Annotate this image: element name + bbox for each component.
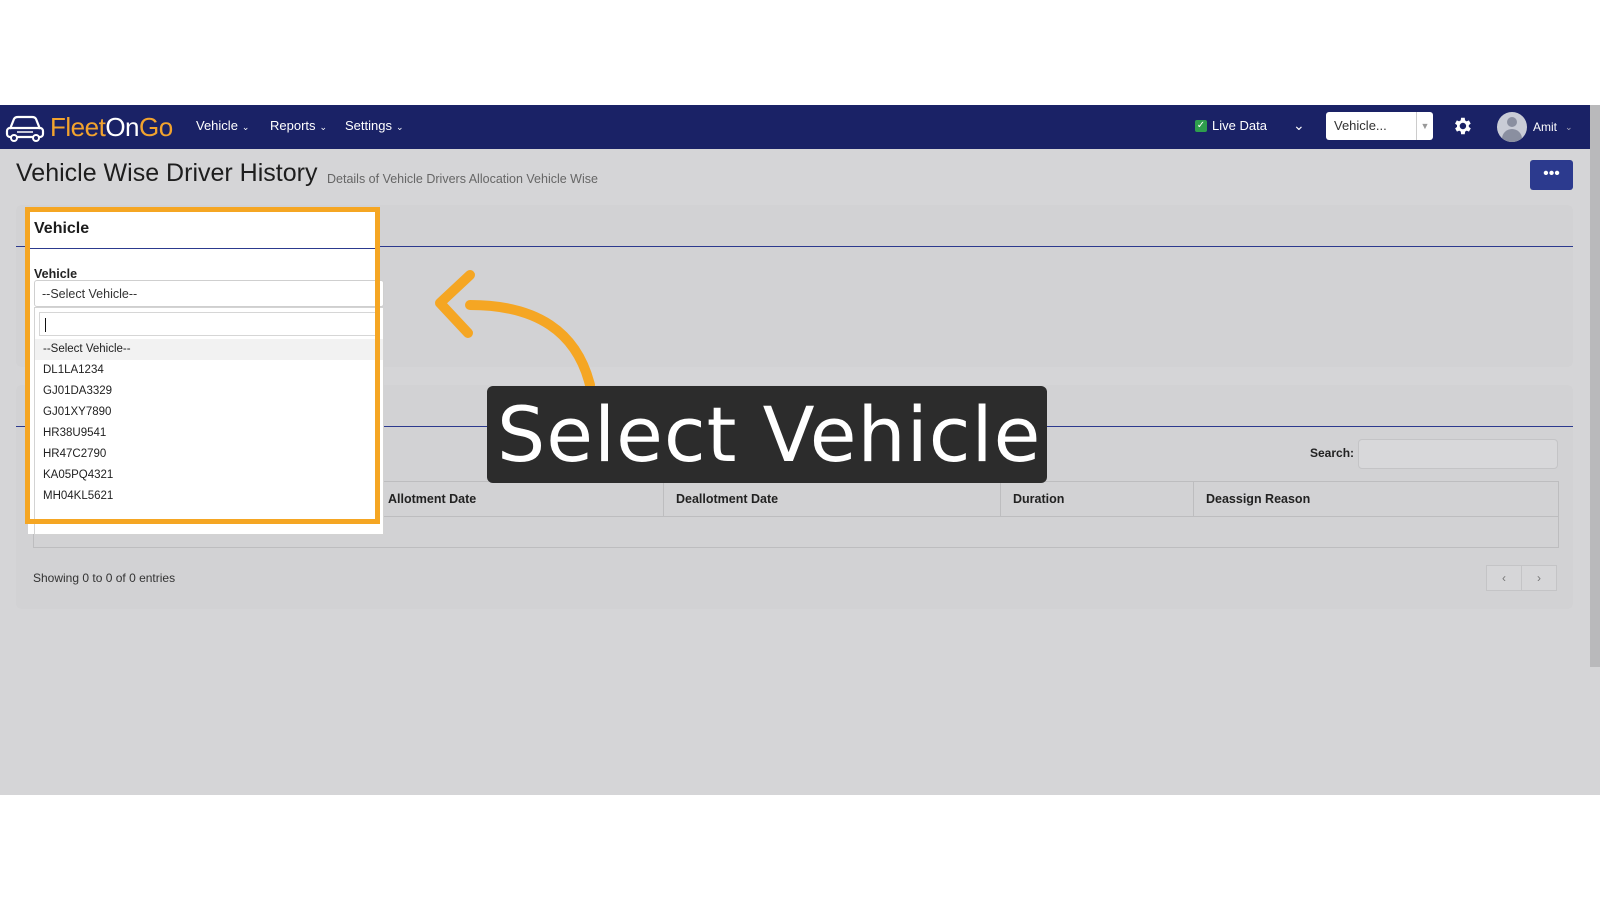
page-subtitle: Details of Vehicle Drivers Allocation Ve…	[327, 172, 598, 186]
nav-reports[interactable]: Reports ⌄	[270, 118, 327, 133]
user-menu[interactable]: Amit ⌄	[1497, 112, 1573, 142]
pagination-prev-button[interactable]: ‹	[1486, 565, 1522, 591]
column-header-deassign-reason[interactable]: Deassign Reason	[1193, 482, 1557, 516]
table-search-input[interactable]	[1358, 439, 1558, 469]
column-header-duration[interactable]: Duration	[1000, 482, 1193, 516]
chevron-down-icon: ⌄	[395, 122, 404, 132]
column-header-allotment-date[interactable]: Allotment Date	[375, 482, 663, 516]
user-name: Amit	[1533, 120, 1557, 134]
top-navbar: FleetOnGo Vehicle ⌄ Reports ⌄ Settings ⌄ ✓ …	[0, 105, 1600, 149]
brand-logo[interactable]: FleetOnGo	[4, 109, 173, 145]
callout-text: Select Vehicle	[497, 390, 1042, 479]
more-options-button[interactable]: •••	[1530, 160, 1573, 190]
nav-settings[interactable]: Settings ⌄	[345, 118, 404, 133]
live-data-label: Live Data	[1212, 118, 1267, 133]
highlight-frame	[25, 207, 380, 524]
checkbox-checked-icon[interactable]: ✓	[1195, 119, 1207, 132]
search-label: Search:	[1310, 446, 1355, 460]
tutorial-callout: Select Vehicle	[487, 386, 1047, 483]
nav-vehicle[interactable]: Vehicle ⌄	[196, 118, 249, 133]
pagination-next-button[interactable]: ›	[1521, 565, 1557, 591]
avatar	[1497, 112, 1527, 142]
live-data-toggle[interactable]: ✓ Live Data	[1195, 118, 1267, 133]
brand-name: FleetOnGo	[50, 111, 173, 142]
chevron-down-icon: ⌄	[1565, 121, 1573, 132]
scrollbar[interactable]	[1590, 105, 1600, 667]
chevron-down-icon: ⌄	[241, 122, 250, 132]
curved-arrow-icon	[435, 270, 595, 390]
gear-icon[interactable]	[1451, 115, 1473, 137]
vehicle-quick-select[interactable]: Vehicle... ▼	[1326, 112, 1433, 140]
column-header-deallotment-date[interactable]: Deallotment Date	[663, 482, 1000, 516]
chevron-down-icon[interactable]: ⌄	[1293, 117, 1305, 134]
car-logo-icon	[5, 115, 45, 142]
dropdown-arrow-icon: ▼	[1416, 112, 1433, 140]
table-info: Showing 0 to 0 of 0 entries	[33, 571, 176, 585]
chevron-down-icon: ⌄	[319, 122, 328, 132]
page-title: Vehicle Wise Driver History	[16, 159, 318, 187]
